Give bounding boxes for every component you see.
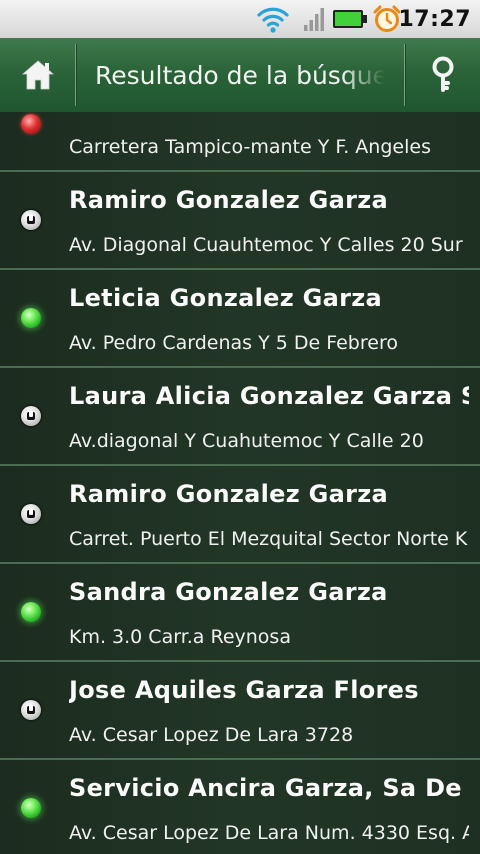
battery-icon: [332, 0, 368, 38]
action-bar: Resultado de la búsqueda: [0, 38, 480, 114]
result-name: Sandra Gonzalez Garza: [69, 578, 388, 606]
result-address: Km. 3.0 Carr.a Reynosa: [69, 626, 291, 648]
result-name: Ramiro Gonzalez Garza: [69, 480, 389, 508]
status-indicator-icon: [21, 602, 41, 622]
result-address: Carretera Tampico-mante Y F. Angeles: [69, 136, 431, 158]
search-button[interactable]: [405, 38, 480, 112]
results-list[interactable]: Ramiro Gonzalez Garza Carretera Tampico-m…: [0, 112, 480, 854]
list-item[interactable]: Leticia Gonzalez Garza Av. Pedro Cardenas…: [0, 270, 480, 368]
wifi-icon: [256, 0, 290, 38]
list-item[interactable]: Ramiro Gonzalez Garza Carret. Puerto El M…: [0, 466, 480, 564]
result-address: Carret. Puerto El Mezquital Sector Norte…: [69, 528, 469, 550]
list-item[interactable]: Servicio Ancira Garza, Sa De Cv Av. Cesar…: [0, 760, 480, 854]
list-item[interactable]: Sandra Gonzalez Garza Km. 3.0 Carr.a Reyn…: [0, 564, 480, 662]
list-item[interactable]: Ramiro Gonzalez Garza Carretera Tampico-m…: [0, 112, 480, 172]
action-bar-divider: [75, 44, 76, 106]
list-item[interactable]: Ramiro Gonzalez Garza Av. Diagonal Cuauht…: [0, 172, 480, 270]
list-item[interactable]: Jose Aquiles Garza Flores Av. Cesar Lopez…: [0, 662, 480, 760]
status-indicator-icon: [21, 504, 41, 524]
status-time: 17:27: [398, 6, 471, 32]
status-indicator-icon: [21, 210, 41, 230]
result-name: Jose Aquiles Garza Flores: [69, 676, 419, 704]
result-address: Av.diagonal Y Cuahutemoc Y Calle 20: [69, 430, 424, 452]
home-icon: [21, 60, 54, 90]
status-indicator-icon: [21, 308, 41, 328]
home-button[interactable]: [0, 38, 75, 112]
result-address: Av. Diagonal Cuauhtemoc Y Calles 20 Sur: [69, 234, 463, 256]
page-title: Resultado de la búsqueda: [95, 60, 385, 90]
signal-icon: [303, 0, 325, 38]
status-indicator-icon: [21, 406, 41, 426]
result-address: Av. Cesar Lopez De Lara 3728: [69, 724, 354, 746]
result-name: Leticia Gonzalez Garza: [69, 284, 383, 312]
result-name: Ramiro Gonzalez Garza: [69, 112, 469, 116]
status-indicator-icon: [21, 798, 41, 818]
result-name: Servicio Ancira Garza, Sa De Cv: [69, 774, 469, 802]
result-name: Laura Alicia Gonzalez Garza Se: [69, 382, 469, 410]
status-bar: 17:27: [0, 0, 480, 39]
result-name: Ramiro Gonzalez Garza: [69, 186, 389, 214]
status-indicator-icon: [21, 700, 41, 720]
list-item[interactable]: Laura Alicia Gonzalez Garza Se Av.diagona…: [0, 368, 480, 466]
search-icon: [432, 56, 453, 92]
result-address: Av. Cesar Lopez De Lara Num. 4330 Esq. A: [69, 822, 469, 844]
result-address: Av. Pedro Cardenas Y 5 De Febrero: [69, 332, 398, 354]
status-indicator-icon: [21, 114, 41, 134]
